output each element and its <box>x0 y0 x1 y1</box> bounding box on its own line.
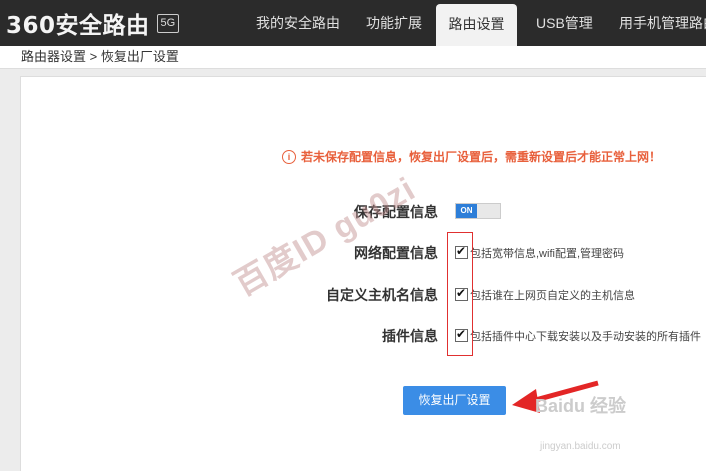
warning-text: 若未保存配置信息，恢复出厂设置后，需重新设置后才能正常上网！ <box>301 150 662 164</box>
plugins-desc: 包括插件中心下载安装以及手动安装的所有插件 <box>470 331 701 343</box>
baidu-logo: Baidu 经验 <box>535 396 627 416</box>
logo-text: 360安全路由 <box>6 13 150 39</box>
highlight-box <box>447 232 473 356</box>
nav-tab-router-settings[interactable]: 路由设置 <box>436 4 517 46</box>
nav-tab-usb[interactable]: USB管理 <box>536 0 593 46</box>
baidu-url: jingyan.baidu.com <box>540 441 621 452</box>
breadcrumb: 路由器设置 > 恢复出厂设置 <box>0 46 706 69</box>
save-config-toggle[interactable]: ON <box>455 203 501 219</box>
breadcrumb-text: 路由器设置 > 恢复出厂设置 <box>21 49 179 64</box>
nav-tab-extensions[interactable]: 功能扩展 <box>366 0 422 46</box>
reset-factory-button[interactable]: 恢复出厂设置 <box>403 386 506 415</box>
info-icon: i <box>282 149 296 164</box>
logo: 360安全路由 5G <box>6 9 180 39</box>
label-network-config: 网络配置信息 <box>354 245 438 261</box>
warning-message: i 若未保存配置信息，恢复出厂设置后，需重新设置后才能正常上网！ <box>282 148 661 165</box>
label-plugins: 插件信息 <box>382 328 438 344</box>
toggle-on-label: ON <box>456 204 477 218</box>
nav-tab-mobile[interactable]: 用手机管理路由 <box>619 0 706 46</box>
nav-tab-my-router[interactable]: 我的安全路由 <box>256 0 340 46</box>
top-nav-bar: 360安全路由 5G 我的安全路由 功能扩展 路由设置 USB管理 用手机管理路… <box>0 0 706 46</box>
network-config-desc: 包括宽带信息,wifi配置,管理密码 <box>470 248 624 260</box>
label-hostname: 自定义主机名信息 <box>326 287 438 303</box>
logo-badge: 5G <box>156 13 180 33</box>
hostname-desc: 包括谁在上网页自定义的主机信息 <box>470 290 635 302</box>
